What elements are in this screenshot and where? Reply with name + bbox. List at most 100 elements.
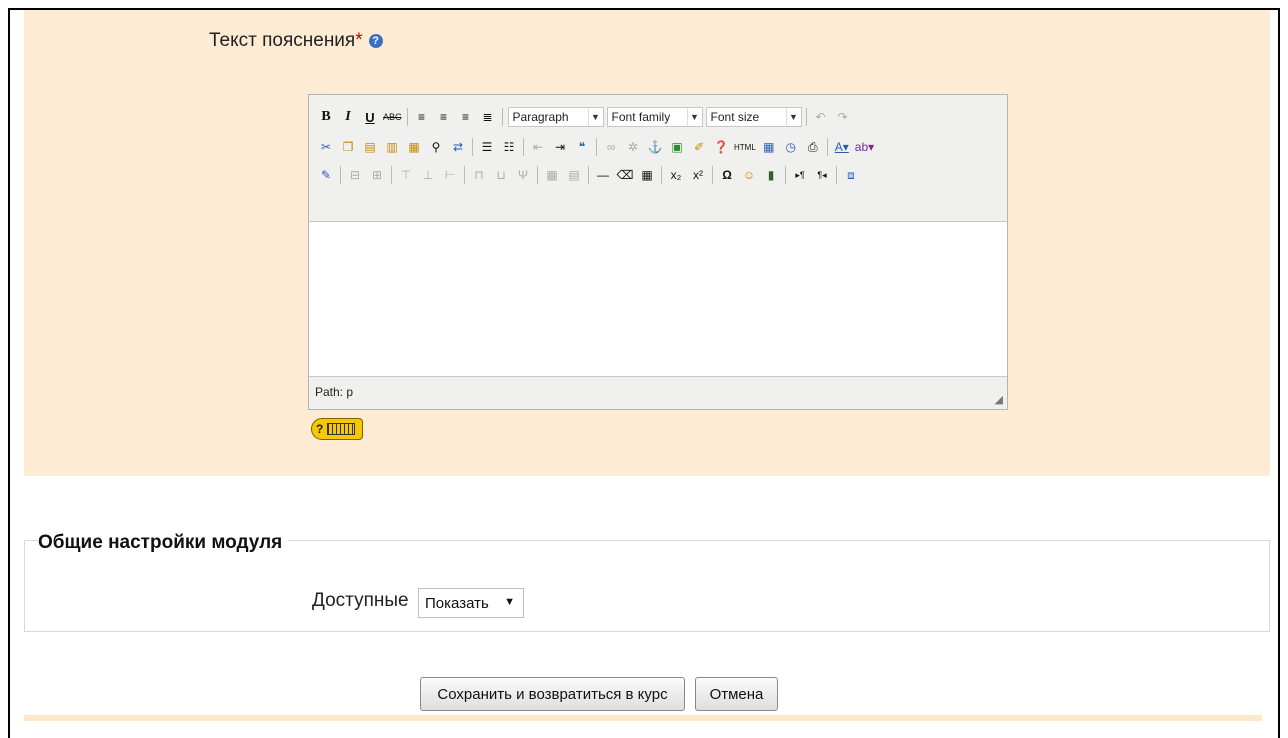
field-label-text: Текст пояснения (209, 30, 356, 51)
ltr-icon[interactable]: ▸¶ (791, 165, 809, 185)
separator (501, 108, 503, 126)
align-center-icon[interactable]: ≡ (435, 107, 453, 127)
toolbar-row-3: ✎ ⊟ ⊞ ⊤ ⊥ ⊢ ⊓ ⊔ Ψ ▦ ▤ — ⌫ ▦ x₂ x² Ω ☺ ▮ … (317, 163, 864, 187)
superscript-icon[interactable]: x² (689, 165, 707, 185)
separator (472, 138, 473, 156)
visual-aid-icon[interactable]: ▦ (638, 165, 656, 185)
separator (537, 166, 538, 184)
separator (391, 166, 392, 184)
cell-props-icon[interactable]: ▦ (543, 165, 561, 185)
text-color-icon[interactable]: A▾ (833, 137, 851, 157)
special-char-icon[interactable]: Ω (718, 165, 736, 185)
separator (836, 166, 837, 184)
insert-time-icon[interactable]: ◷ (782, 137, 800, 157)
separator (596, 138, 597, 156)
separator (712, 166, 713, 184)
fullscreen-icon[interactable]: ⧈ (842, 165, 860, 185)
separator (406, 108, 408, 126)
bottom-bar (24, 715, 1262, 721)
blockquote-icon[interactable]: ❝ (573, 137, 591, 157)
field-label: Текст пояснения*? (209, 30, 383, 52)
toolbar-row-2: ✂ ❐ ▤ ▥ ▦ ⚲ ⇄ ☰ ☷ ⇤ ⇥ ❝ ∞ ✲ ⚓ ▣ ✐ ❓ HTML… (317, 135, 878, 159)
toolbar-row-1: B I U ABC ≡ ≡ ≡ ≣ Paragraph ▼ Font family… (317, 105, 856, 129)
replace-icon[interactable]: ⇄ (449, 137, 467, 157)
table-icon[interactable]: ⊟ (346, 165, 364, 185)
unlink-icon[interactable]: ✲ (624, 137, 642, 157)
help-icon[interactable]: ❓ (712, 137, 730, 157)
strikethrough-button[interactable]: ABC (383, 107, 402, 127)
insert-row-icon[interactable]: ⊤ (397, 165, 415, 185)
table-props-icon[interactable]: ⊞ (368, 165, 386, 185)
font-size-select-value: Font size (710, 110, 760, 124)
link-icon[interactable]: ∞ (602, 137, 620, 157)
subscript-icon[interactable]: x₂ (667, 165, 685, 185)
resize-handle-icon[interactable]: ◢ (995, 393, 1003, 406)
highlight-color-icon[interactable]: ab▾ (855, 137, 874, 157)
copy-icon[interactable]: ❐ (339, 137, 357, 157)
split-cells-icon[interactable]: ⊢ (441, 165, 459, 185)
cut-icon[interactable]: ✂ (317, 137, 335, 157)
separator (826, 138, 828, 156)
paste-text-icon[interactable]: ▥ (383, 137, 401, 157)
insert-date-icon[interactable]: ▦ (760, 137, 778, 157)
separator (588, 166, 589, 184)
outdent-icon[interactable]: ⇤ (529, 137, 547, 157)
visibility-select[interactable]: Показать ▼ (418, 588, 524, 618)
chevron-down-icon: ▼ (785, 108, 801, 126)
cancel-button[interactable]: Отмена (695, 677, 778, 711)
preview-icon[interactable]: ⎙ (804, 137, 822, 157)
font-size-select[interactable]: Font size ▼ (705, 107, 802, 127)
chevron-down-icon: ▼ (587, 108, 603, 126)
rich-text-editor: B I U ABC ≡ ≡ ≡ ≣ Paragraph ▼ Font family… (308, 94, 1008, 410)
merge-cells-icon[interactable]: Ψ (514, 165, 532, 185)
help-icon[interactable]: ? (368, 33, 383, 48)
keyboard-help-icon[interactable]: ? (311, 418, 363, 440)
find-icon[interactable]: ⚲ (427, 137, 445, 157)
editor-path: Path: p (315, 385, 354, 399)
row-props-icon[interactable]: ▤ (565, 165, 583, 185)
undo-icon[interactable]: ↶ (812, 107, 830, 127)
redo-icon[interactable]: ↷ (834, 107, 852, 127)
module-settings-legend: Общие настройки модуля (38, 532, 289, 554)
keyboard-help-label: ? (316, 422, 324, 436)
indent-icon[interactable]: ⇥ (551, 137, 569, 157)
rtl-icon[interactable]: ¶◂ (813, 165, 831, 185)
paste-word-icon[interactable]: ▦ (405, 137, 423, 157)
separator (464, 166, 465, 184)
paste-icon[interactable]: ▤ (361, 137, 379, 157)
keyboard-keys-icon (327, 423, 356, 435)
bold-button[interactable]: B (317, 107, 335, 127)
format-select-value: Paragraph (512, 110, 569, 124)
separator (523, 138, 524, 156)
emoticon-icon[interactable]: ☺ (740, 165, 758, 185)
delete-col-icon[interactable]: ⊔ (492, 165, 510, 185)
visibility-label: Доступные (312, 590, 409, 611)
required-mark: * (355, 30, 363, 51)
numbered-list-icon[interactable]: ☷ (500, 137, 518, 157)
align-right-icon[interactable]: ≡ (457, 107, 475, 127)
font-family-select[interactable]: Font family ▼ (606, 107, 703, 127)
font-family-select-value: Font family (611, 110, 671, 124)
italic-button[interactable]: I (339, 107, 357, 127)
separator (340, 166, 341, 184)
image-icon[interactable]: ▣ (668, 137, 686, 157)
editor-content-area[interactable] (309, 221, 1007, 377)
align-justify-icon[interactable]: ≣ (479, 107, 497, 127)
media-icon[interactable]: ▮ (762, 165, 780, 185)
edit-icon[interactable]: ✎ (317, 165, 335, 185)
insert-col-icon[interactable]: ⊓ (470, 165, 488, 185)
delete-row-icon[interactable]: ⊥ (419, 165, 437, 185)
separator (661, 166, 662, 184)
hr-icon[interactable]: — (594, 165, 612, 185)
bullet-list-icon[interactable]: ☰ (478, 137, 496, 157)
cleanup-icon[interactable]: ✐ (690, 137, 708, 157)
format-select[interactable]: Paragraph ▼ (507, 107, 604, 127)
underline-button[interactable]: U (361, 107, 379, 127)
separator (785, 166, 786, 184)
chevron-down-icon: ▼ (504, 596, 515, 608)
eraser-icon[interactable]: ⌫ (616, 165, 634, 185)
anchor-icon[interactable]: ⚓ (646, 137, 664, 157)
html-icon[interactable]: HTML (734, 137, 756, 157)
save-return-button[interactable]: Сохранить и возвратиться в курс (420, 677, 685, 711)
align-left-icon[interactable]: ≡ (413, 107, 431, 127)
